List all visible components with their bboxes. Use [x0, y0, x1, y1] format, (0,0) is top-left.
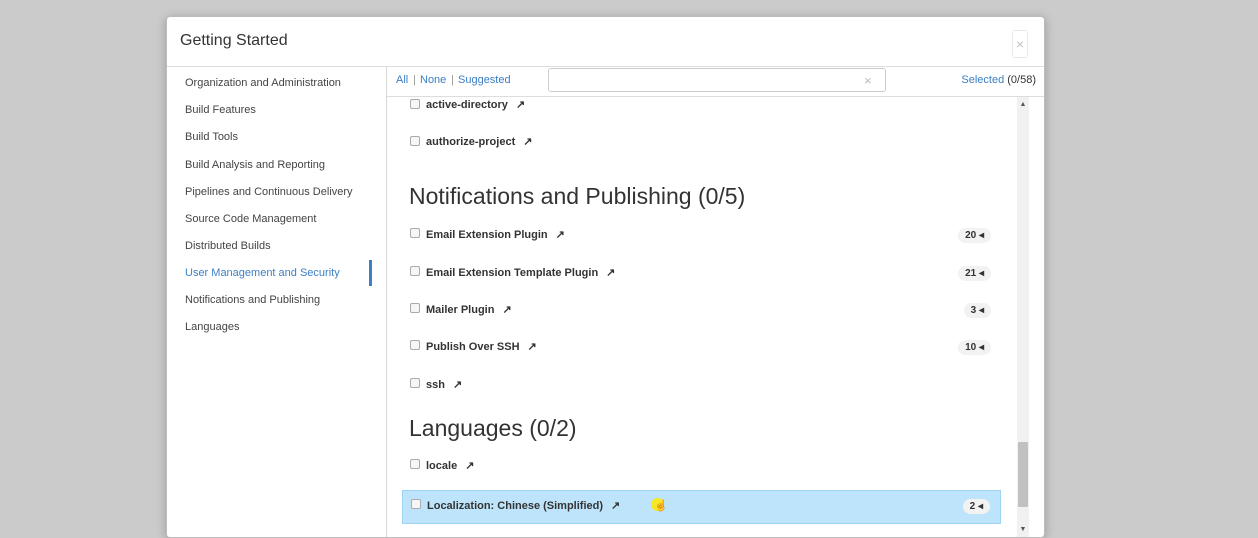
sidebar-item-pipelines-and-continuous-delivery[interactable]: Pipelines and Continuous Delivery — [185, 186, 353, 198]
sidebar-item-distributed-builds[interactable]: Distributed Builds — [185, 240, 271, 252]
plugin-name-text: locale — [426, 460, 458, 472]
plugin-checkbox[interactable] — [410, 228, 420, 238]
section-title-notifications: Notifications and Publishing (0/5) — [409, 183, 746, 209]
select-none-link[interactable]: None — [420, 74, 446, 86]
external-link-icon[interactable]: ↗ — [516, 99, 525, 111]
plugin-list: active-directory ↗ authorize-project ↗ Not… — [387, 97, 1016, 537]
scroll-up-icon[interactable]: ▲ — [1017, 101, 1029, 108]
external-link-icon[interactable]: ↗ — [528, 341, 537, 353]
dependency-badge[interactable]: 10 ◂ — [958, 340, 991, 355]
external-link-icon[interactable]: ↗ — [502, 304, 511, 316]
plugin-checkbox[interactable] — [410, 340, 420, 350]
plugin-name: Localization: Chinese (Simplified) ↗ — [427, 499, 620, 512]
plugin-list-scrollbar[interactable]: ▲ ▼ — [1017, 97, 1029, 537]
select-all-link[interactable]: All — [396, 74, 408, 86]
plugin-row-localization-chinese-simplified[interactable]: Localization: Chinese (Simplified) ↗ 2 ◂ — [402, 490, 1001, 524]
plugin-name-text: active-directory — [426, 99, 508, 111]
plugin-name-text: authorize-project — [426, 136, 516, 148]
sidebar-item-source-code-management[interactable]: Source Code Management — [185, 213, 316, 225]
plugin-name: Email Extension Template Plugin ↗ — [426, 266, 615, 279]
selected-count-value: (0/58) — [1007, 74, 1036, 86]
sidebar-item-build-tools[interactable]: Build Tools — [185, 131, 238, 143]
external-link-icon[interactable]: ↗ — [611, 500, 620, 512]
plugin-checkbox[interactable] — [411, 499, 421, 509]
dependency-badge[interactable]: 21 ◂ — [958, 266, 991, 281]
scroll-thumb[interactable] — [1018, 442, 1028, 507]
separator: | — [451, 74, 454, 86]
plugin-name: authorize-project ↗ — [426, 135, 532, 148]
dependency-badge[interactable]: 3 ◂ — [963, 303, 991, 318]
plugin-name: Email Extension Plugin ↗ — [426, 228, 565, 241]
close-icon: × — [1015, 36, 1025, 52]
hand-cursor-icon: ☝ — [654, 500, 668, 512]
plugin-name-text: ssh — [426, 379, 445, 391]
category-sidebar: Organization and Administration Build Fe… — [167, 67, 387, 537]
plugin-name-text: Email Extension Plugin — [426, 229, 548, 241]
external-link-icon[interactable]: ↗ — [453, 379, 462, 391]
plugin-checkbox[interactable] — [410, 459, 420, 469]
plugin-row-locale[interactable]: locale ↗ — [402, 449, 1001, 483]
selected-label[interactable]: Selected — [961, 74, 1004, 86]
sidebar-active-indicator — [369, 260, 372, 286]
sidebar-item-notifications-and-publishing[interactable]: Notifications and Publishing — [185, 294, 320, 306]
external-link-icon[interactable]: ↗ — [523, 136, 532, 148]
plugin-checkbox[interactable] — [410, 266, 420, 276]
plugin-name: ssh ↗ — [426, 378, 462, 391]
plugin-name: active-directory ↗ — [426, 98, 525, 111]
external-link-icon[interactable]: ↗ — [556, 229, 565, 241]
close-button[interactable]: × — [1012, 30, 1028, 58]
plugin-row-mailer[interactable]: Mailer Plugin ↗ 3 ◂ — [402, 293, 1001, 327]
plugin-name-text: Publish Over SSH — [426, 341, 520, 353]
sidebar-item-build-features[interactable]: Build Features — [185, 104, 256, 116]
external-link-icon[interactable]: ↗ — [465, 460, 474, 472]
sidebar-item-languages[interactable]: Languages — [185, 321, 239, 333]
plugin-name-text: Email Extension Template Plugin — [426, 267, 599, 279]
plugin-name: Publish Over SSH ↗ — [426, 340, 537, 353]
external-link-icon[interactable]: ↗ — [606, 267, 615, 279]
selected-count[interactable]: Selected (0/58) — [961, 74, 1036, 86]
plugin-name-text: Mailer Plugin — [426, 304, 495, 316]
plugin-row-email-extension[interactable]: Email Extension Plugin ↗ 20 ◂ — [402, 218, 1001, 252]
dialog-title: Getting Started — [180, 32, 288, 49]
plugin-toolbar: All | None | Suggested × Selected (0/58) — [387, 67, 1044, 97]
plugin-checkbox[interactable] — [410, 378, 420, 388]
plugin-checkbox[interactable] — [410, 99, 420, 109]
sidebar-item-organization-and-administration[interactable]: Organization and Administration — [185, 77, 341, 89]
dialog-header: Getting Started × — [167, 17, 1044, 67]
sidebar-item-build-analysis-and-reporting[interactable]: Build Analysis and Reporting — [185, 159, 325, 171]
dependency-badge[interactable]: 2 ◂ — [962, 499, 990, 514]
clear-search-icon[interactable]: × — [864, 73, 872, 88]
plugin-row-email-extension-template[interactable]: Email Extension Template Plugin ↗ 21 ◂ — [402, 256, 1001, 290]
separator: | — [413, 74, 416, 86]
plugin-row-ssh[interactable]: ssh ↗ — [402, 368, 1001, 402]
plugin-name: locale ↗ — [426, 459, 474, 472]
select-suggested-link[interactable]: Suggested — [458, 74, 511, 86]
sidebar-item-user-management-and-security[interactable]: User Management and Security — [185, 267, 340, 279]
plugin-name: Mailer Plugin ↗ — [426, 303, 512, 316]
plugin-search-input[interactable] — [548, 68, 886, 92]
plugin-row-active-directory[interactable]: active-directory ↗ — [402, 97, 1001, 123]
dependency-badge[interactable]: 20 ◂ — [958, 228, 991, 243]
plugin-checkbox[interactable] — [410, 136, 420, 146]
section-title-languages: Languages (0/2) — [409, 415, 577, 441]
getting-started-dialog: Getting Started × Organization and Admin… — [166, 16, 1045, 538]
plugin-row-publish-over-ssh[interactable]: Publish Over SSH ↗ 10 ◂ — [402, 330, 1001, 364]
plugin-name-text: Localization: Chinese (Simplified) — [427, 500, 604, 512]
plugin-row-authorize-project[interactable]: authorize-project ↗ — [402, 126, 1001, 160]
scroll-down-icon[interactable]: ▼ — [1017, 526, 1029, 533]
plugin-checkbox[interactable] — [410, 303, 420, 313]
